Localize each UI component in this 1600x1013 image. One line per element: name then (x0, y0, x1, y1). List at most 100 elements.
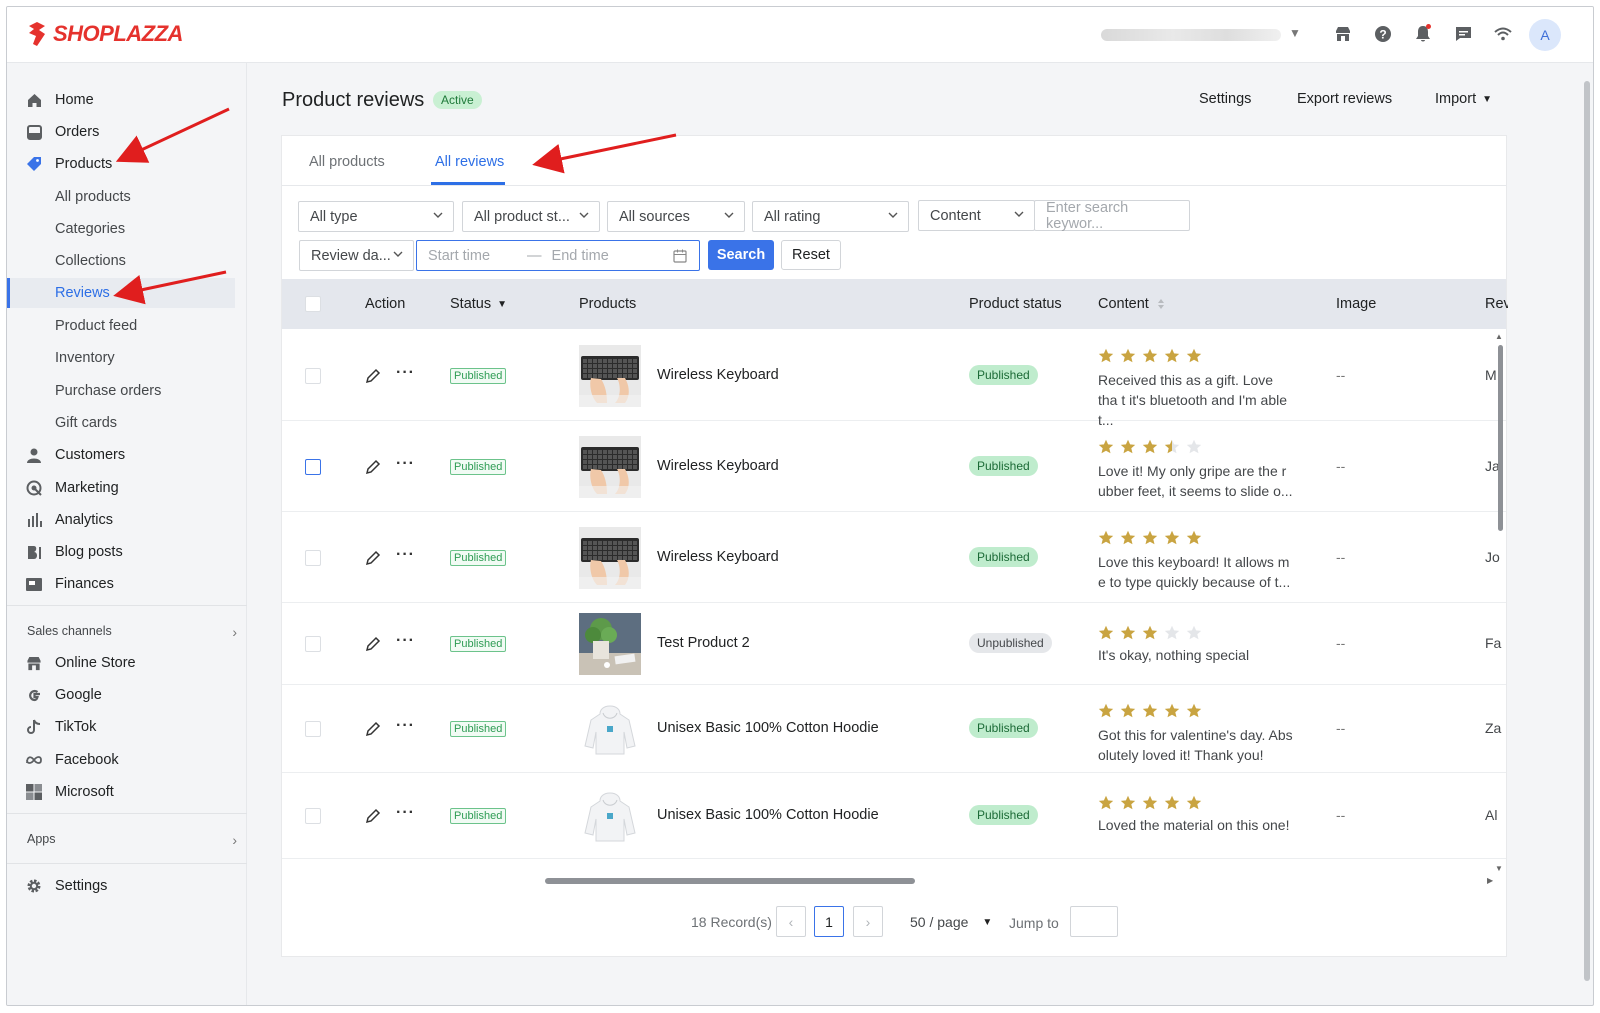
table-row[interactable]: ··· Published Unisex Basic 100% Cotton H… (282, 773, 1506, 859)
sidebar-sub-product-feed[interactable]: Product feed (7, 311, 235, 341)
sidebar-item-analytics[interactable]: Analytics (7, 505, 235, 535)
product-name-link[interactable]: Wireless Keyboard (657, 458, 779, 474)
next-page-button[interactable]: › (853, 906, 883, 937)
store-selector[interactable] (1101, 29, 1281, 41)
edit-pencil-icon[interactable] (365, 721, 381, 737)
edit-pencil-icon[interactable] (365, 368, 381, 384)
page-1-button[interactable]: 1 (814, 906, 844, 937)
sidebar-sub-reviews[interactable]: Reviews (7, 278, 235, 308)
more-actions-icon[interactable]: ··· (396, 717, 415, 735)
sources-select[interactable]: All sources (607, 201, 745, 232)
row-checkbox[interactable] (305, 808, 321, 824)
row-checkbox[interactable] (305, 367, 321, 384)
review-content[interactable]: Love it! My only gripe are the r ubber f… (1098, 461, 1296, 501)
sidebar-item-orders[interactable]: Orders (7, 117, 235, 147)
sidebar-item-facebook[interactable]: Facebook (7, 745, 235, 775)
review-content[interactable]: Love this keyboard! It allows m e to typ… (1098, 552, 1296, 592)
product-thumbnail[interactable] (579, 698, 641, 760)
sidebar-item-blog-posts[interactable]: Blog posts (7, 537, 235, 567)
sidebar-item-google[interactable]: Google (7, 680, 235, 710)
page-scroll-thumb[interactable] (1584, 81, 1590, 981)
tab-all-reviews[interactable]: All reviews (435, 154, 504, 170)
sidebar-item-products[interactable]: Products (7, 149, 235, 179)
export-reviews-button[interactable]: Export reviews (1297, 91, 1392, 107)
date-range-picker[interactable]: Start time — End time (416, 240, 700, 271)
settings-button[interactable]: Settings (1199, 91, 1251, 107)
product-thumbnail[interactable] (579, 526, 641, 589)
sidebar-sub-gift-cards[interactable]: Gift cards (7, 408, 235, 438)
row-checkbox[interactable] (305, 458, 321, 475)
more-actions-icon[interactable]: ··· (396, 364, 415, 382)
end-time-input[interactable]: End time (552, 248, 609, 264)
row-checkbox[interactable] (305, 549, 321, 566)
product-name-link[interactable]: Unisex Basic 100% Cotton Hoodie (657, 807, 879, 823)
scroll-down-arrow-icon[interactable]: ▼ (1495, 864, 1503, 873)
start-time-input[interactable]: Start time (428, 248, 490, 264)
sidebar-sub-all-products[interactable]: All products (7, 182, 235, 212)
vertical-scroll-thumb[interactable] (1498, 345, 1503, 531)
row-checkbox[interactable] (305, 636, 321, 652)
edit-pencil-icon[interactable] (365, 636, 381, 652)
sidebar-item-customers[interactable]: Customers (7, 440, 235, 470)
scroll-up-arrow-icon[interactable]: ▲ (1495, 332, 1503, 341)
logo[interactable]: SHOPLAZZA (25, 20, 183, 48)
sidebar-item-finances[interactable]: Finances (7, 569, 235, 599)
prev-page-button[interactable]: ‹ (776, 906, 806, 937)
bell-icon[interactable] (1412, 21, 1434, 47)
search-input[interactable]: Enter search keywor... (1034, 200, 1190, 232)
sidebar-item-marketing[interactable]: Marketing (7, 473, 235, 503)
type-select[interactable]: All type (298, 201, 454, 232)
more-actions-icon[interactable]: ··· (396, 455, 415, 473)
review-date-select[interactable]: Review da... (299, 240, 414, 271)
sales-channels-header[interactable]: Sales channels › (27, 624, 237, 640)
apps-header[interactable]: Apps › (27, 832, 237, 848)
table-row[interactable]: ··· Published Unisex Basic 100% Cotton H… (282, 685, 1506, 773)
more-actions-icon[interactable]: ··· (396, 804, 415, 822)
search-button[interactable]: Search (708, 240, 774, 270)
chat-icon[interactable] (1452, 21, 1474, 47)
col-content[interactable]: Content (1098, 296, 1165, 312)
product-name-link[interactable]: Wireless Keyboard (657, 367, 779, 383)
horizontal-scroll-thumb[interactable] (545, 878, 915, 884)
tab-all-products[interactable]: All products (309, 154, 385, 170)
table-row[interactable]: ··· Published Wireless Keyboard Publishe… (282, 512, 1506, 603)
review-content[interactable]: It's okay, nothing special (1098, 645, 1296, 665)
product-thumbnail[interactable] (579, 435, 641, 498)
page-size-select[interactable]: 50 / page ▼ (910, 914, 992, 930)
more-actions-icon[interactable]: ··· (396, 546, 415, 564)
edit-pencil-icon[interactable] (365, 550, 381, 566)
sidebar-sub-collections[interactable]: Collections (7, 246, 235, 276)
avatar[interactable]: A (1529, 19, 1561, 51)
product-thumbnail[interactable] (579, 785, 641, 847)
edit-pencil-icon[interactable] (365, 808, 381, 824)
edit-pencil-icon[interactable] (365, 459, 381, 475)
sidebar-item-home[interactable]: Home (7, 85, 235, 115)
col-status[interactable]: Status ▼ (450, 296, 507, 312)
product-status-select[interactable]: All product st... (462, 201, 600, 232)
sidebar-sub-categories[interactable]: Categories (7, 214, 235, 244)
product-name-link[interactable]: Unisex Basic 100% Cotton Hoodie (657, 720, 879, 736)
table-row[interactable]: ··· Published Wireless Keyboard Publishe… (282, 330, 1506, 428)
caret-down-icon[interactable]: ▼ (1289, 26, 1301, 40)
content-select[interactable]: Content (918, 200, 1035, 231)
reset-button[interactable]: Reset (781, 240, 841, 270)
import-button[interactable]: Import ▼ (1435, 91, 1492, 107)
product-thumbnail[interactable] (579, 613, 641, 675)
sidebar-item-settings[interactable]: Settings (7, 871, 235, 901)
help-icon[interactable]: ? (1372, 21, 1394, 47)
calendar-icon[interactable] (673, 249, 687, 263)
product-name-link[interactable]: Test Product 2 (657, 635, 750, 651)
review-content[interactable]: Loved the material on this one! (1098, 815, 1296, 835)
sidebar-item-tiktok[interactable]: TikTok (7, 712, 235, 742)
sidebar-sub-purchase-orders[interactable]: Purchase orders (7, 376, 235, 406)
wifi-icon[interactable] (1492, 21, 1514, 47)
product-name-link[interactable]: Wireless Keyboard (657, 549, 779, 565)
store-icon[interactable] (1332, 21, 1354, 47)
table-row[interactable]: ··· Published Test Product 2 Unpublished… (282, 603, 1506, 685)
jump-to-input[interactable] (1070, 906, 1118, 937)
rating-select[interactable]: All rating (752, 201, 909, 232)
sidebar-item-microsoft[interactable]: Microsoft (7, 777, 235, 807)
table-row[interactable]: ··· Published Wireless Keyboard Publishe… (282, 421, 1506, 512)
row-checkbox[interactable] (305, 721, 321, 737)
scroll-right-arrow-icon[interactable]: ▶ (1487, 876, 1493, 885)
